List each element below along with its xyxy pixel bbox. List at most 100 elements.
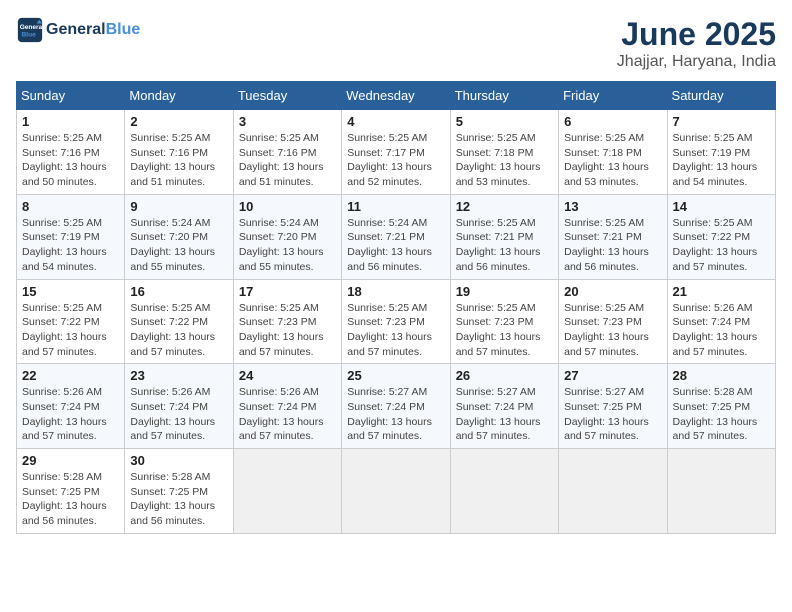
calendar-cell: 10Sunrise: 5:24 AMSunset: 7:20 PMDayligh…: [233, 194, 341, 279]
calendar-cell: 27Sunrise: 5:27 AMSunset: 7:25 PMDayligh…: [559, 364, 667, 449]
day-number: 22: [22, 368, 119, 383]
day-number: 26: [456, 368, 553, 383]
calendar-cell: 13 Sunrise: 5:25 AMSunset: 7:21 PMDayligh…: [559, 194, 667, 279]
day-info: Sunrise: 5:24 AMSunset: 7:21 PMDaylight:…: [347, 216, 444, 275]
day-info: Sunrise: 5:25 AMSunset: 7:17 PMDaylight:…: [347, 131, 444, 190]
weekday-header-tuesday: Tuesday: [233, 82, 341, 110]
day-info: Sunrise: 5:27 AMSunset: 7:25 PMDaylight:…: [564, 385, 661, 444]
day-info: Sunrise: 5:25 AMSunset: 7:18 PMDaylight:…: [456, 131, 553, 190]
day-info: Sunrise: 5:25 AMSunset: 7:19 PMDaylight:…: [22, 216, 119, 275]
day-info: Sunrise: 5:25 AMSunset: 7:23 PMDaylight:…: [456, 301, 553, 360]
calendar-week-5: 29 Sunrise: 5:28 AMSunset: 7:25 PMDayligh…: [17, 449, 776, 534]
day-info: Sunrise: 5:25 AMSunset: 7:23 PMDaylight:…: [239, 301, 336, 360]
day-number: 29: [22, 453, 119, 468]
day-info: Sunrise: 5:25 AMSunset: 7:21 PMDaylight:…: [456, 216, 553, 275]
location: Jhajjar, Haryana, India: [617, 53, 776, 71]
day-info: Sunrise: 5:28 AMSunset: 7:25 PMDaylight:…: [22, 470, 119, 529]
weekday-header-thursday: Thursday: [450, 82, 558, 110]
logo-general: General: [46, 21, 106, 38]
logo-icon: General Blue: [16, 16, 44, 44]
day-number: 30: [130, 453, 227, 468]
day-number: 9: [130, 199, 227, 214]
calendar-cell: 14 Sunrise: 5:25 AMSunset: 7:22 PMDayligh…: [667, 194, 775, 279]
svg-text:Blue: Blue: [22, 32, 36, 39]
calendar-cell: 4 Sunrise: 5:25 AMSunset: 7:17 PMDaylight…: [342, 110, 450, 195]
day-info: Sunrise: 5:25 AMSunset: 7:22 PMDaylight:…: [673, 216, 770, 275]
day-info: Sunrise: 5:27 AMSunset: 7:24 PMDaylight:…: [456, 385, 553, 444]
day-number: 18: [347, 284, 444, 299]
calendar-cell: 22 Sunrise: 5:26 AMSunset: 7:24 PMDayligh…: [17, 364, 125, 449]
calendar-cell: [450, 449, 558, 534]
day-info: Sunrise: 5:25 AMSunset: 7:19 PMDaylight:…: [673, 131, 770, 190]
calendar-cell: 24 Sunrise: 5:26 AMSunset: 7:24 PMDayligh…: [233, 364, 341, 449]
weekday-header-saturday: Saturday: [667, 82, 775, 110]
day-info: Sunrise: 5:25 AMSunset: 7:21 PMDaylight:…: [564, 216, 661, 275]
day-number: 15: [22, 284, 119, 299]
day-number: 16: [130, 284, 227, 299]
calendar-cell: 17 Sunrise: 5:25 AMSunset: 7:23 PMDayligh…: [233, 279, 341, 364]
day-info: Sunrise: 5:25 AMSunset: 7:22 PMDaylight:…: [130, 301, 227, 360]
calendar-cell: 28 Sunrise: 5:28 AMSunset: 7:25 PMDayligh…: [667, 364, 775, 449]
weekday-header-friday: Friday: [559, 82, 667, 110]
calendar-cell: 8 Sunrise: 5:25 AMSunset: 7:19 PMDaylight…: [17, 194, 125, 279]
calendar-table: SundayMondayTuesdayWednesdayThursdayFrid…: [16, 81, 776, 534]
day-info: Sunrise: 5:26 AMSunset: 7:24 PMDaylight:…: [673, 301, 770, 360]
day-number: 6: [564, 114, 661, 129]
calendar-cell: 2 Sunrise: 5:25 AMSunset: 7:16 PMDaylight…: [125, 110, 233, 195]
calendar-cell: 20Sunrise: 5:25 AMSunset: 7:23 PMDayligh…: [559, 279, 667, 364]
weekday-header-row: SundayMondayTuesdayWednesdayThursdayFrid…: [17, 82, 776, 110]
calendar-cell: [342, 449, 450, 534]
day-info: Sunrise: 5:28 AMSunset: 7:25 PMDaylight:…: [130, 470, 227, 529]
day-number: 14: [673, 199, 770, 214]
weekday-header-wednesday: Wednesday: [342, 82, 450, 110]
svg-text:General: General: [20, 24, 44, 31]
day-number: 25: [347, 368, 444, 383]
day-info: Sunrise: 5:25 AMSunset: 7:16 PMDaylight:…: [239, 131, 336, 190]
calendar-cell: 18 Sunrise: 5:25 AMSunset: 7:23 PMDayligh…: [342, 279, 450, 364]
calendar-cell: [233, 449, 341, 534]
weekday-header-monday: Monday: [125, 82, 233, 110]
day-number: 7: [673, 114, 770, 129]
day-info: Sunrise: 5:27 AMSunset: 7:24 PMDaylight:…: [347, 385, 444, 444]
calendar-cell: 7 Sunrise: 5:25 AMSunset: 7:19 PMDaylight…: [667, 110, 775, 195]
day-number: 17: [239, 284, 336, 299]
day-info: Sunrise: 5:25 AMSunset: 7:16 PMDaylight:…: [22, 131, 119, 190]
day-number: 24: [239, 368, 336, 383]
calendar-cell: 29 Sunrise: 5:28 AMSunset: 7:25 PMDayligh…: [17, 449, 125, 534]
day-number: 13: [564, 199, 661, 214]
day-info: Sunrise: 5:25 AMSunset: 7:23 PMDaylight:…: [347, 301, 444, 360]
calendar-cell: 25 Sunrise: 5:27 AMSunset: 7:24 PMDayligh…: [342, 364, 450, 449]
calendar-cell: 11 Sunrise: 5:24 AMSunset: 7:21 PMDayligh…: [342, 194, 450, 279]
day-number: 4: [347, 114, 444, 129]
calendar-cell: 5Sunrise: 5:25 AMSunset: 7:18 PMDaylight…: [450, 110, 558, 195]
logo: General Blue GeneralBlue: [16, 16, 140, 44]
page-header: General Blue GeneralBlue June 2025 Jhajj…: [16, 16, 776, 71]
calendar-cell: 16 Sunrise: 5:25 AMSunset: 7:22 PMDayligh…: [125, 279, 233, 364]
day-number: 20: [564, 284, 661, 299]
day-number: 19: [456, 284, 553, 299]
calendar-cell: 1 Sunrise: 5:25 AMSunset: 7:16 PMDaylight…: [17, 110, 125, 195]
day-number: 8: [22, 199, 119, 214]
day-info: Sunrise: 5:26 AMSunset: 7:24 PMDaylight:…: [239, 385, 336, 444]
day-number: 21: [673, 284, 770, 299]
weekday-header-sunday: Sunday: [17, 82, 125, 110]
calendar-cell: [667, 449, 775, 534]
day-info: Sunrise: 5:24 AMSunset: 7:20 PMDaylight:…: [130, 216, 227, 275]
calendar-cell: 12Sunrise: 5:25 AMSunset: 7:21 PMDayligh…: [450, 194, 558, 279]
month-title: June 2025: [617, 16, 776, 53]
calendar-cell: 9 Sunrise: 5:24 AMSunset: 7:20 PMDaylight…: [125, 194, 233, 279]
day-number: 1: [22, 114, 119, 129]
day-info: Sunrise: 5:25 AMSunset: 7:16 PMDaylight:…: [130, 131, 227, 190]
calendar-cell: 23Sunrise: 5:26 AMSunset: 7:24 PMDayligh…: [125, 364, 233, 449]
calendar-cell: [559, 449, 667, 534]
day-number: 11: [347, 199, 444, 214]
day-info: Sunrise: 5:28 AMSunset: 7:25 PMDaylight:…: [673, 385, 770, 444]
day-number: 2: [130, 114, 227, 129]
day-number: 28: [673, 368, 770, 383]
day-info: Sunrise: 5:25 AMSunset: 7:22 PMDaylight:…: [22, 301, 119, 360]
day-info: Sunrise: 5:26 AMSunset: 7:24 PMDaylight:…: [22, 385, 119, 444]
calendar-cell: 19 Sunrise: 5:25 AMSunset: 7:23 PMDayligh…: [450, 279, 558, 364]
calendar-cell: 15 Sunrise: 5:25 AMSunset: 7:22 PMDayligh…: [17, 279, 125, 364]
calendar-cell: 3Sunrise: 5:25 AMSunset: 7:16 PMDaylight…: [233, 110, 341, 195]
day-info: Sunrise: 5:24 AMSunset: 7:20 PMDaylight:…: [239, 216, 336, 275]
